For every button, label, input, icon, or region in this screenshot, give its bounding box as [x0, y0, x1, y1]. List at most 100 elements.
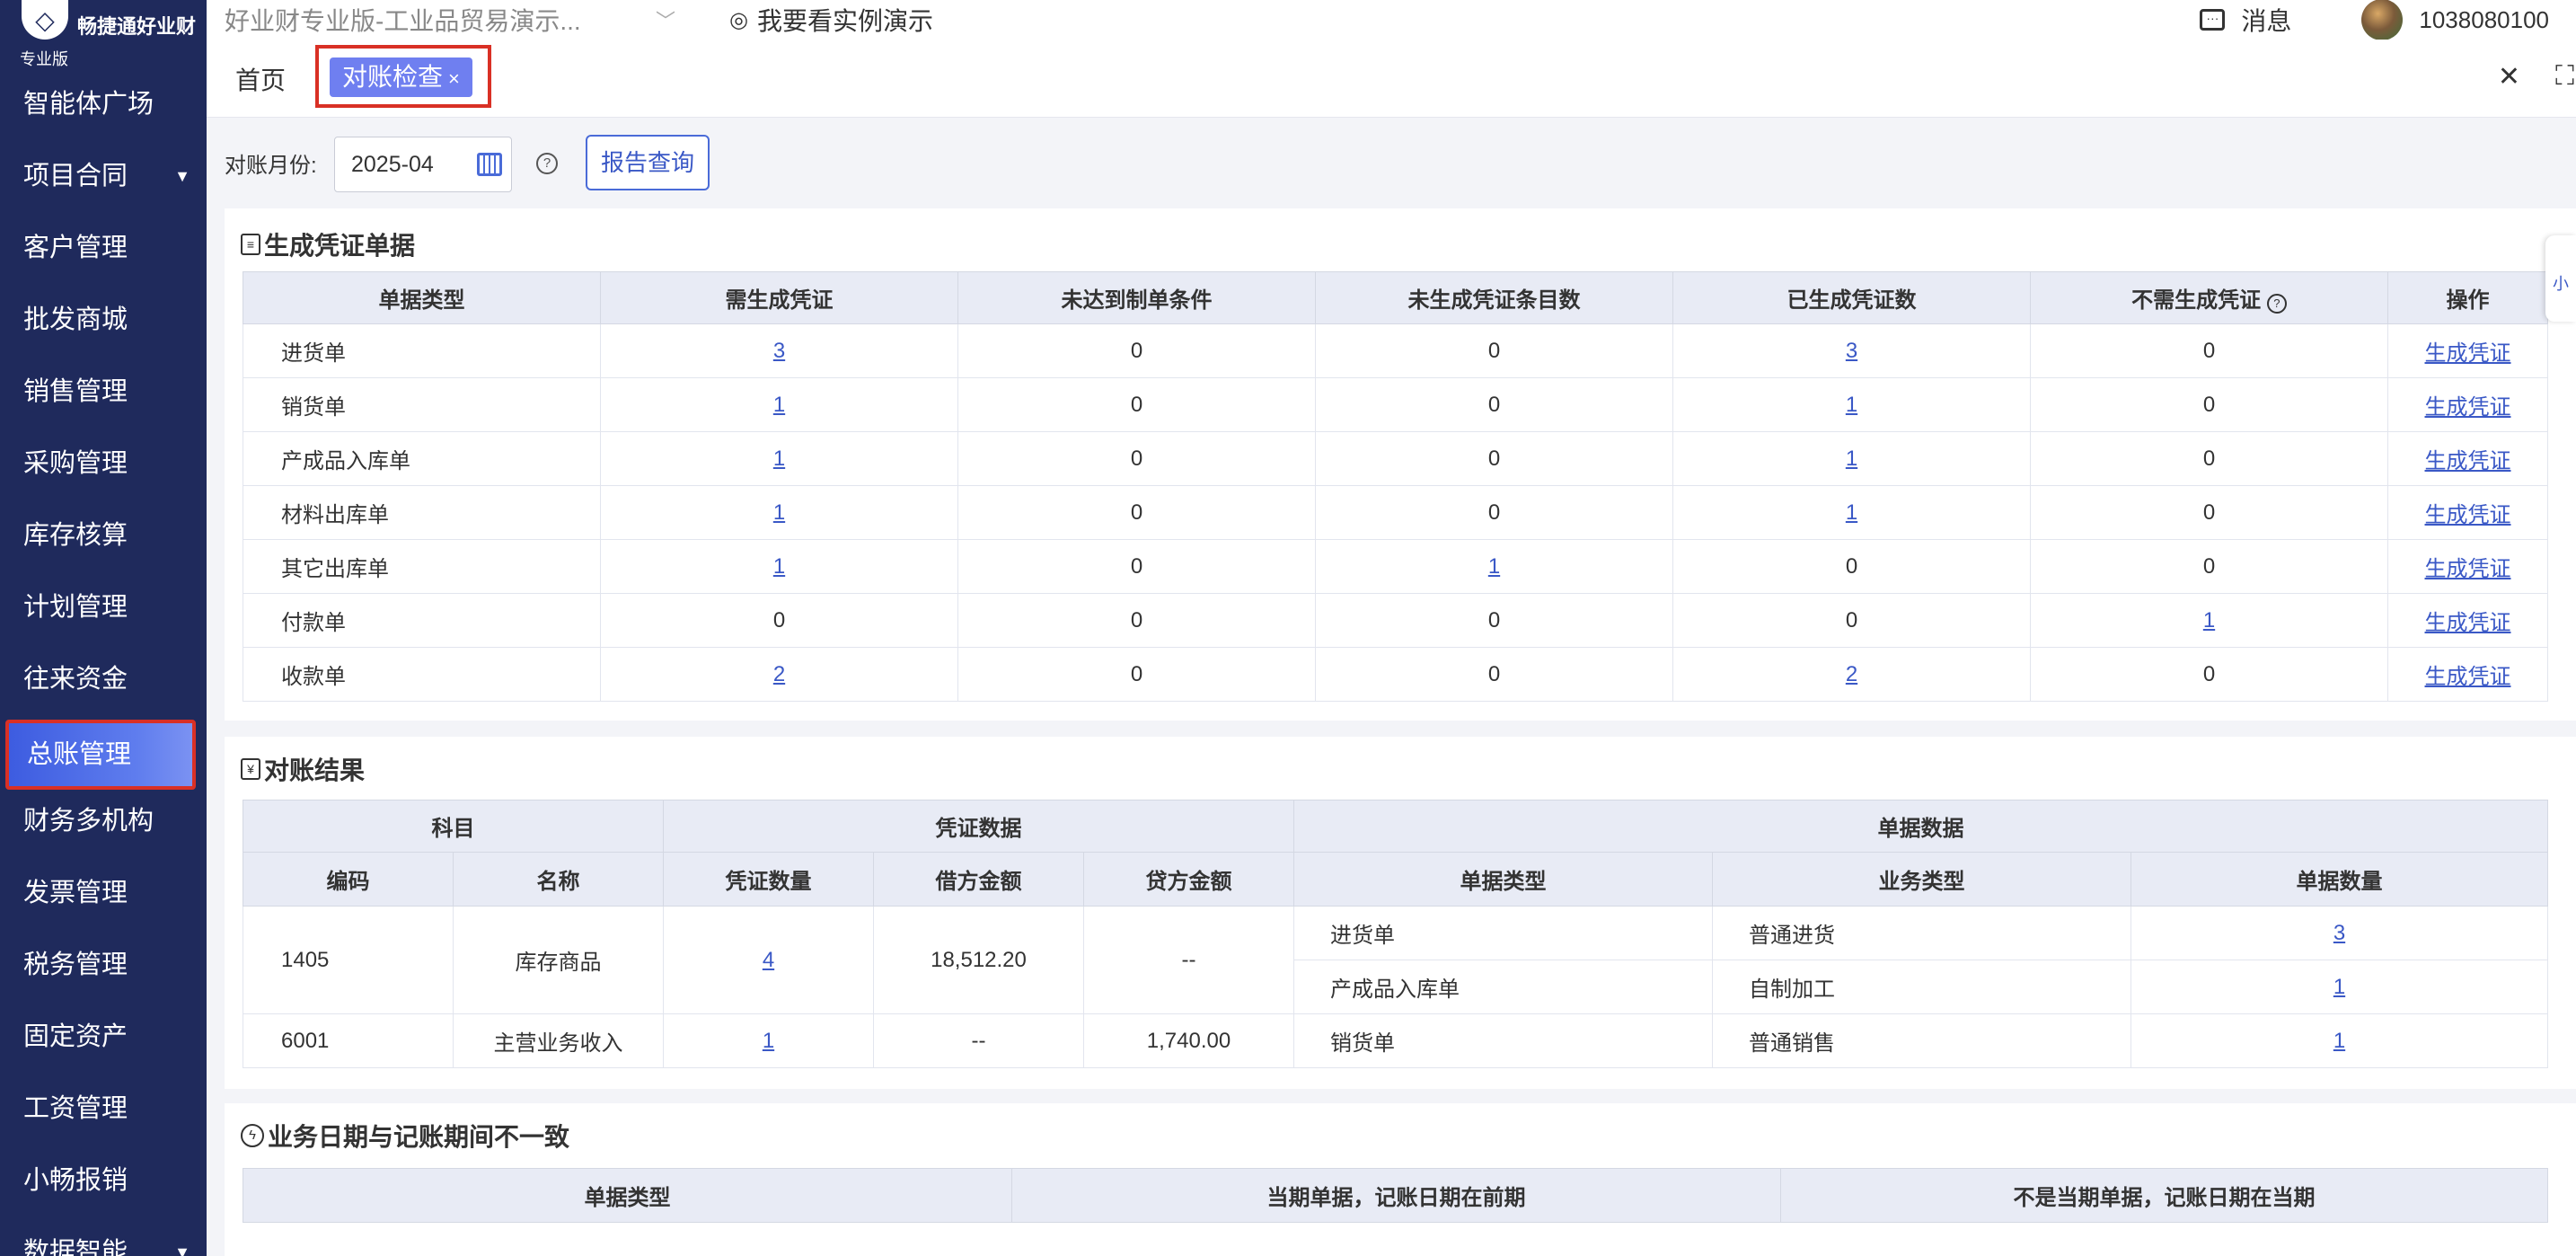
chevron-down-icon[interactable]: ﹀ [656, 5, 675, 34]
need-voucher-link[interactable]: 3 [773, 339, 785, 363]
generated-link[interactable]: 1 [1846, 447, 1857, 471]
tab-reconciliation-check[interactable]: 对账检查 × [330, 57, 472, 97]
generate-voucher-link[interactable]: 生成凭证 [2425, 503, 2511, 527]
doc-count-link[interactable]: 3 [2333, 921, 2345, 945]
doc-type-cell: 付款单 [243, 593, 601, 648]
period-mismatch-panel: ϟ 业务日期与记账期间不一致 单据类型 当期单据，记账日期在前期 不是当期单据，… [225, 1103, 2576, 1256]
not-generated-cell: 0 [1315, 323, 1673, 378]
help-icon[interactable]: ? [2266, 294, 2287, 314]
user-id[interactable]: 1038080100 [2419, 6, 2549, 34]
generated-link[interactable]: 1 [1846, 500, 1857, 525]
sidebar-item-payroll[interactable]: 工资管理 [0, 1073, 207, 1145]
assistant-float-button[interactable]: 小 [2545, 235, 2576, 322]
tab-close-icon[interactable]: × [448, 67, 460, 90]
month-picker[interactable]: 2025-04 [334, 137, 512, 192]
biz-type-cell: 普通销售 [1712, 1013, 2131, 1068]
sidebar-item-purchase[interactable]: 采购管理 [0, 428, 207, 500]
col-header: 未生成凭证条目数 [1315, 271, 1673, 324]
lightning-icon: ϟ [241, 1124, 264, 1147]
need-voucher-link[interactable]: 1 [773, 393, 785, 417]
sidebar-item-customer[interactable]: 客户管理 [0, 212, 207, 284]
need-voucher-link[interactable]: 2 [773, 662, 785, 686]
col-header: 业务类型 [1712, 852, 2131, 907]
close-all-tabs-icon[interactable]: ✕ [2498, 61, 2520, 93]
not-generated-cell: 0 [1315, 647, 1673, 702]
demo-link[interactable]: ◎ 我要看实例演示 [729, 2, 933, 38]
sidebar-item-planning[interactable]: 计划管理 [0, 571, 207, 643]
sidebar-item-fixed-assets[interactable]: 固定资产 [0, 1001, 207, 1073]
demo-link-label: 我要看实例演示 [756, 7, 933, 35]
col-header: 凭证数量 [663, 852, 874, 907]
biz-type-cell: 自制加工 [1712, 960, 2131, 1014]
sidebar-item-agent-plaza[interactable]: 智能体广场 [0, 68, 207, 140]
generate-voucher-link[interactable]: 生成凭证 [2425, 557, 2511, 581]
generate-voucher-link[interactable]: 生成凭证 [2425, 341, 2511, 366]
table-row: 产成品入库单 1 0 0 1 0 生成凭证 [243, 431, 2548, 486]
generate-voucher-link[interactable]: 生成凭证 [2425, 449, 2511, 473]
voucher-section-title: ≡ 生成凭证单据 [241, 226, 415, 262]
no-need-link[interactable]: 1 [2203, 608, 2215, 632]
account-name-cell: 主营业务收入 [453, 1013, 664, 1068]
doc-type-cell: 进货单 [243, 323, 601, 378]
sidebar-item-tax[interactable]: 税务管理 [0, 929, 207, 1001]
sidebar-item-project-contract[interactable]: 项目合同 ▼ [0, 140, 207, 212]
voucher-count-link[interactable]: 1 [763, 1029, 774, 1053]
no-need-cell: 0 [2030, 647, 2388, 702]
no-need-cell: 0 [2030, 485, 2388, 540]
sidebar-item-finance-multi-org[interactable]: 财务多机构 [0, 785, 207, 857]
brand: ◇ 畅捷通好业财 专业版 [0, 0, 207, 68]
calendar-icon[interactable] [477, 153, 502, 176]
need-voucher-link[interactable]: 1 [773, 554, 785, 579]
messages-label[interactable]: 消息 [2241, 2, 2291, 38]
sidebar-item-expense[interactable]: 小畅报销 [0, 1145, 207, 1216]
unmet-cell: 0 [957, 647, 1316, 702]
col-header: 不是当期单据，记账日期在当期 [1780, 1168, 2548, 1223]
sidebar-item-general-ledger[interactable]: 总账管理 [5, 720, 196, 790]
col-header: 贷方金额 [1083, 852, 1294, 907]
doc-type-cell: 收款单 [243, 647, 601, 702]
generate-voucher-link[interactable]: 生成凭证 [2425, 611, 2511, 635]
tab-home[interactable]: 首页 [235, 61, 286, 97]
fullscreen-icon[interactable]: ⛶ [2555, 61, 2574, 92]
generate-voucher-link[interactable]: 生成凭证 [2425, 665, 2511, 689]
avatar[interactable] [2361, 0, 2404, 40]
caret-down-icon: ▼ [174, 167, 190, 185]
unmet-cell: 0 [957, 539, 1316, 594]
voucher-panel: ≡ 生成凭证单据 单据类型 需生成凭证 未达到制单条件 未生成凭证条目数 已生成… [225, 208, 2576, 721]
section-title-text: 生成凭证单据 [264, 232, 416, 260]
caret-down-icon: ▼ [174, 1243, 190, 1256]
sidebar-item-label: 智能体广场 [23, 90, 154, 119]
sidebar-item-sales[interactable]: 销售管理 [0, 356, 207, 428]
sidebar-item-wholesale[interactable]: 批发商城 [0, 284, 207, 356]
generate-voucher-link[interactable]: 生成凭证 [2425, 395, 2511, 420]
sidebar-item-label: 往来资金 [23, 665, 128, 694]
not-generated-link[interactable]: 1 [1488, 554, 1500, 579]
sidebar-item-inventory[interactable]: 库存核算 [0, 500, 207, 571]
group-header-subject: 科目 [243, 800, 664, 853]
generated-cell: 0 [1672, 593, 2031, 648]
voucher-count-link[interactable]: 4 [763, 948, 774, 972]
need-voucher-link[interactable]: 1 [773, 500, 785, 525]
report-query-button[interactable]: 报告查询 [586, 135, 710, 190]
message-icon[interactable]: ··· [2200, 9, 2226, 31]
company-selector[interactable]: 好业财专业版-工业品贸易演示... [225, 2, 656, 38]
sidebar-item-data-intelligence[interactable]: 数据智能 ▼ [0, 1216, 207, 1256]
need-voucher-link[interactable]: 1 [773, 447, 785, 471]
sidebar-item-label: 库存核算 [23, 521, 128, 550]
generated-link[interactable]: 1 [1846, 393, 1857, 417]
sidebar-item-label: 项目合同 [23, 162, 128, 190]
credit-cell: 1,740.00 [1083, 1013, 1294, 1068]
doc-count-link[interactable]: 1 [2333, 1029, 2345, 1053]
sidebar-item-label: 税务管理 [23, 951, 128, 979]
help-icon[interactable]: ? [536, 153, 558, 174]
sidebar-item-funds[interactable]: 往来资金 [0, 643, 207, 715]
reconcile-table: 科目 凭证数据 单据数据 编码 名称 凭证数量 借方金额 贷方金额 单据类型 业… [243, 800, 2548, 1068]
generated-link[interactable]: 2 [1846, 662, 1857, 686]
doc-count-link[interactable]: 1 [2333, 975, 2345, 999]
col-header: 未达到制单条件 [957, 271, 1316, 324]
no-need-cell: 0 [2030, 431, 2388, 486]
credit-cell: -- [1083, 906, 1294, 1014]
generated-link[interactable]: 3 [1846, 339, 1857, 363]
account-name-cell: 库存商品 [453, 906, 664, 1014]
sidebar-item-invoice[interactable]: 发票管理 [0, 857, 207, 929]
